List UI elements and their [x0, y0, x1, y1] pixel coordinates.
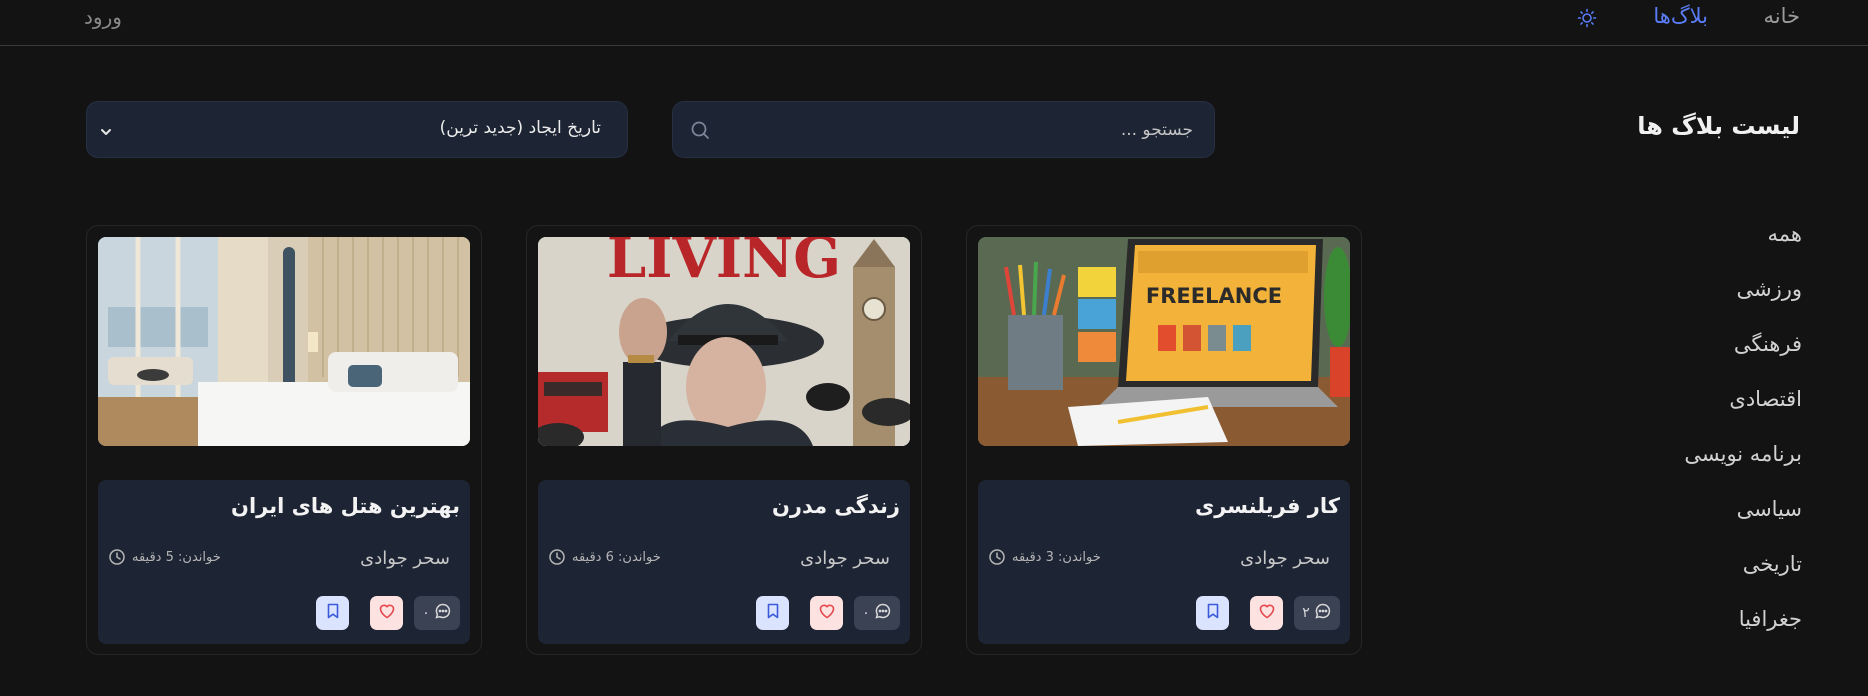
comment-icon	[434, 602, 452, 624]
blog-card-image[interactable]: FREELANCE	[978, 237, 1350, 446]
category-item-history[interactable]: تاریخی	[1602, 552, 1802, 607]
reading-time: خواندن: 6 دقیقه	[548, 548, 661, 566]
chevron-down-icon	[99, 124, 113, 138]
reading-time-text: خواندن: 3 دقیقه	[1012, 549, 1101, 565]
bookmark-icon	[764, 602, 782, 624]
blog-card-author: سحر جوادی	[800, 548, 890, 569]
comment-icon	[874, 602, 892, 624]
nav-home-link[interactable]: خانه	[1764, 4, 1800, 28]
blog-card-title[interactable]: کار فریلنسری	[1195, 494, 1340, 518]
category-item-all[interactable]: همه	[1602, 222, 1802, 277]
like-button[interactable]	[1250, 596, 1283, 630]
comment-count: ۰	[422, 605, 430, 621]
category-item-politics[interactable]: سیاسی	[1602, 497, 1802, 552]
bookmark-icon	[324, 602, 342, 624]
reading-time-text: خواندن: 5 دقیقه	[132, 549, 221, 565]
comment-button[interactable]: ۰	[854, 596, 900, 630]
blog-card-title[interactable]: زندگی مدرن	[772, 494, 900, 518]
heart-icon	[818, 602, 836, 624]
category-item-geography[interactable]: جغرافیا	[1602, 607, 1802, 662]
blog-card[interactable]: LIVING زندگی مدرن سحر جوادی خواندن: 6 دق…	[526, 225, 922, 655]
reading-time: خواندن: 5 دقیقه	[108, 548, 221, 566]
blog-card-body: کار فریلنسری سحر جوادی خواندن: 3 دقیقه ۲	[978, 480, 1350, 644]
blog-card-image[interactable]	[98, 237, 470, 446]
bookmark-button[interactable]	[1196, 596, 1229, 630]
blog-card[interactable]: بهترین هتل های ایران سحر جوادی خواندن: 5…	[86, 225, 482, 655]
comment-button[interactable]: ۰	[414, 596, 460, 630]
search-input[interactable]	[723, 102, 1193, 157]
search-icon[interactable]	[689, 119, 711, 141]
category-list: همه ورزشی فرهنگی اقتصادی برنامه نویسی سی…	[1602, 222, 1802, 662]
blog-card-author: سحر جوادی	[360, 548, 450, 569]
comment-icon	[1314, 602, 1332, 624]
image-caption-text: FREELANCE	[1146, 284, 1282, 308]
bookmark-button[interactable]	[756, 596, 789, 630]
comment-button[interactable]: ۲	[1294, 596, 1340, 630]
clock-icon	[988, 548, 1006, 566]
reading-time-text: خواندن: 6 دقیقه	[572, 549, 661, 565]
category-item-economy[interactable]: اقتصادی	[1602, 387, 1802, 442]
heart-icon	[1258, 602, 1276, 624]
comment-count: ۰	[862, 605, 870, 621]
blog-card-title[interactable]: بهترین هتل های ایران	[231, 494, 460, 518]
blog-card-body: زندگی مدرن سحر جوادی خواندن: 6 دقیقه ۰	[538, 480, 910, 644]
image-caption-text: LIVING	[607, 237, 841, 291]
blog-card-author: سحر جوادی	[1240, 548, 1330, 569]
blog-card[interactable]: FREELANCE کار فریلنسری سحر جوادی خواندن:…	[966, 225, 1362, 655]
top-navbar: خانه بلاگ‌ها ورود	[0, 0, 1868, 46]
search-box	[672, 101, 1215, 158]
login-link[interactable]: ورود	[84, 5, 122, 29]
reading-time: خواندن: 3 دقیقه	[988, 548, 1101, 566]
clock-icon	[548, 548, 566, 566]
like-button[interactable]	[810, 596, 843, 630]
category-item-sports[interactable]: ورزشی	[1602, 277, 1802, 332]
blog-card-body: بهترین هتل های ایران سحر جوادی خواندن: 5…	[98, 480, 470, 644]
bookmark-button[interactable]	[316, 596, 349, 630]
category-item-culture[interactable]: فرهنگی	[1602, 332, 1802, 387]
sort-selected-value: تاریخ ایجاد (جدید ترین)	[439, 118, 601, 138]
clock-icon	[108, 548, 126, 566]
blog-card-image[interactable]: LIVING	[538, 237, 910, 446]
bookmark-icon	[1204, 602, 1222, 624]
page-title: لیست بلاگ ها	[1637, 112, 1800, 140]
sun-icon[interactable]	[1577, 8, 1597, 28]
like-button[interactable]	[370, 596, 403, 630]
sort-select[interactable]: تاریخ ایجاد (جدید ترین)	[86, 101, 628, 158]
category-item-programming[interactable]: برنامه نویسی	[1602, 442, 1802, 497]
comment-count: ۲	[1302, 605, 1310, 621]
nav-blogs-link[interactable]: بلاگ‌ها	[1653, 4, 1708, 28]
heart-icon	[378, 602, 396, 624]
